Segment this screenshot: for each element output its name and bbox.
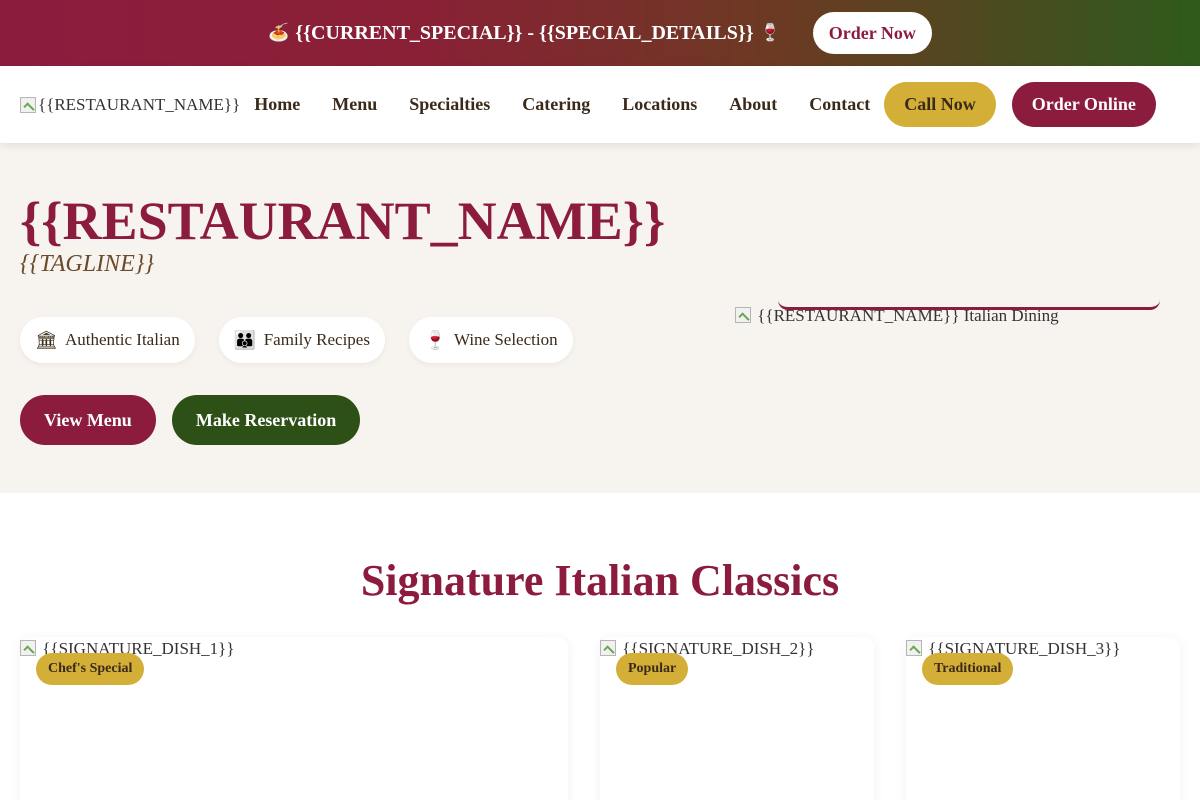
dish-badge: Traditional	[922, 653, 1014, 685]
order-online-button[interactable]: Order Online	[1011, 82, 1156, 127]
broken-image-icon	[20, 96, 36, 113]
wine-glass-icon: 🍷	[423, 329, 447, 351]
hero-actions: View Menu Make Reservation	[20, 395, 361, 445]
promo-bar: 🍝 {{CURRENT_SPECIAL}} - {{SPECIAL_DETAIL…	[0, 0, 1200, 66]
pasta-icon: 🍝	[268, 23, 290, 43]
logo-alt-text: {{RESTAURANT_NAME}}	[38, 94, 241, 114]
dish-badge: Popular	[616, 653, 689, 685]
dish-card[interactable]: {{SIGNATURE_DISH_1}} Chef's Special	[20, 637, 568, 800]
dish-card[interactable]: {{SIGNATURE_DISH_2}} Popular	[600, 637, 874, 800]
nav-home[interactable]: Home	[254, 94, 300, 115]
feature-wine-selection: 🍷 Wine Selection	[408, 317, 573, 363]
order-now-button[interactable]: Order Now	[812, 12, 932, 54]
nav-about[interactable]: About	[729, 94, 777, 115]
broken-image-icon	[906, 640, 922, 656]
hero-title: {{RESTAURANT_NAME}}	[20, 191, 666, 251]
dish-badge: Chef's Special	[36, 653, 145, 685]
feature-list: 🏛 Authentic Italian 👪 Family Recipes 🍷 W…	[20, 317, 573, 363]
signature-section: Signature Italian Classics {{SIGNATURE_D…	[0, 493, 1200, 800]
make-reservation-button[interactable]: Make Reservation	[171, 395, 361, 445]
nav-contact[interactable]: Contact	[809, 94, 870, 115]
broken-image-icon	[20, 640, 36, 656]
hero-section: {{RESTAURANT_NAME}} {{TAGLINE}} 🏛 Authen…	[0, 143, 1200, 493]
nav-locations[interactable]: Locations	[622, 94, 697, 115]
hero-image: {{RESTAURANT_NAME}} Italian Dining	[735, 306, 1059, 326]
site-header: {{RESTAURANT_NAME}} Home Menu Specialtie…	[0, 66, 1200, 143]
logo[interactable]: {{RESTAURANT_NAME}}	[20, 95, 240, 115]
feature-authentic-italian: 🏛 Authentic Italian	[20, 317, 195, 363]
promo-message: {{CURRENT_SPECIAL}} - {{SPECIAL_DETAILS}…	[295, 21, 754, 44]
wine-glass-icon: 🍷	[759, 23, 781, 43]
family-icon: 👪	[233, 329, 257, 351]
view-menu-button[interactable]: View Menu	[20, 395, 156, 445]
columns-icon: 🏛	[35, 329, 58, 351]
hero-image-alt-text: {{RESTAURANT_NAME}} Italian Dining	[757, 306, 1059, 325]
main-nav: Home Menu Specialties Catering Locations…	[254, 94, 884, 115]
broken-image-icon	[735, 307, 751, 323]
nav-specialties[interactable]: Specialties	[409, 94, 490, 115]
section-title: Signature Italian Classics	[360, 556, 840, 605]
feature-label: Wine Selection	[453, 330, 558, 349]
dish-card[interactable]: {{SIGNATURE_DISH_3}} Traditional	[906, 637, 1180, 800]
feature-family-recipes: 👪 Family Recipes	[218, 317, 385, 363]
feature-label: Authentic Italian	[65, 330, 180, 349]
call-now-button[interactable]: Call Now	[884, 82, 996, 127]
nav-catering[interactable]: Catering	[522, 94, 590, 115]
feature-label: Family Recipes	[263, 330, 370, 349]
broken-image-icon	[600, 640, 616, 656]
promo-text: 🍝 {{CURRENT_SPECIAL}} - {{SPECIAL_DETAIL…	[268, 22, 781, 45]
hero-tagline: {{TAGLINE}}	[20, 251, 154, 277]
nav-menu[interactable]: Menu	[332, 94, 377, 115]
